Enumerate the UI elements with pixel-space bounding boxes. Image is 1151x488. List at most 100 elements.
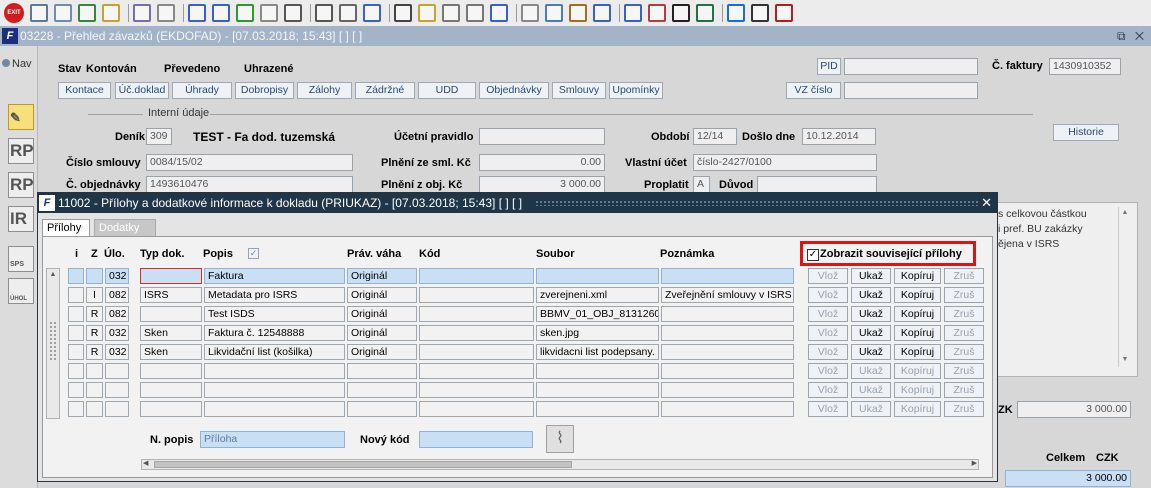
- filter-icon[interactable]: [284, 4, 302, 22]
- denik-field[interactable]: 309: [146, 128, 172, 145]
- wrench-icon[interactable]: [260, 4, 278, 22]
- cell-typ[interactable]: [140, 306, 202, 322]
- globe-icon[interactable]: [545, 4, 563, 22]
- cell-ulo[interactable]: 032: [105, 325, 129, 341]
- cell-popis[interactable]: Faktura č. 12548888: [204, 325, 345, 341]
- zrus-button[interactable]: Zruš: [944, 382, 984, 398]
- ie-icon[interactable]: [727, 4, 745, 22]
- tab-kontace[interactable]: Kontace: [58, 82, 111, 99]
- vloz-button[interactable]: Vlož: [808, 344, 848, 360]
- cell-kod[interactable]: [419, 344, 534, 360]
- window-controls[interactable]: ⧉ ✕: [1117, 29, 1147, 44]
- cell-prav[interactable]: Originál: [347, 325, 417, 341]
- clock-icon[interactable]: [648, 4, 666, 22]
- zrus-button[interactable]: Zruš: [944, 344, 984, 360]
- mail-icon[interactable]: [363, 4, 381, 22]
- cell-poznamka[interactable]: [661, 325, 794, 341]
- cell-soubor[interactable]: BBMV_01_OBJ_8131260: [536, 306, 659, 322]
- tree-icon[interactable]: [78, 4, 96, 22]
- cell-soubor[interactable]: [536, 268, 659, 284]
- cell-soubor[interactable]: sken.jpg: [536, 325, 659, 341]
- cell-ulo[interactable]: 032: [105, 268, 129, 284]
- cislo-objednavky-field[interactable]: 1493610476: [146, 176, 353, 193]
- poznamka-scrollbar[interactable]: ▲ ▼: [1118, 207, 1131, 367]
- cell-z[interactable]: R: [86, 325, 103, 341]
- scroll-up-icon[interactable]: ▲: [47, 269, 59, 280]
- tab-upomnky[interactable]: Upomínky: [609, 82, 663, 99]
- excel-icon[interactable]: [696, 4, 714, 22]
- kopiruj-button[interactable]: Kopíruj: [894, 287, 941, 303]
- cell-typ[interactable]: Sken: [140, 325, 202, 341]
- cell-i[interactable]: [68, 382, 84, 398]
- rp-second-button[interactable]: RP: [8, 172, 34, 198]
- vlastni-ucet-field[interactable]: číslo-2427/0100: [693, 154, 877, 171]
- cell-ulo[interactable]: [105, 382, 129, 398]
- back-icon[interactable]: [30, 4, 48, 22]
- zrus-button[interactable]: Zruš: [944, 287, 984, 303]
- kopiruj-button[interactable]: Kopíruj: [894, 344, 941, 360]
- zrus-button[interactable]: Zruš: [944, 325, 984, 341]
- proplatit-field[interactable]: A: [693, 176, 710, 193]
- cell-poznamka[interactable]: [661, 363, 794, 379]
- vloz-button[interactable]: Vlož: [808, 363, 848, 379]
- help-icon[interactable]: [751, 4, 769, 22]
- edit-note-icon[interactable]: ✎: [8, 104, 34, 130]
- cell-poznamka[interactable]: [661, 401, 794, 417]
- ucetni-pravidlo-field[interactable]: [479, 128, 605, 145]
- novy-kod-field[interactable]: [419, 431, 533, 448]
- cell-soubor[interactable]: zverejneni.xml: [536, 287, 659, 303]
- close-icon[interactable]: ✕: [981, 195, 992, 211]
- n-popis-field[interactable]: Příloha: [200, 431, 345, 448]
- cell-popis[interactable]: [204, 401, 345, 417]
- table-vertical-scrollbar[interactable]: ▲: [46, 268, 60, 419]
- broom-icon[interactable]: ⌇: [546, 425, 574, 453]
- souvisejici-prilohy-toggle[interactable]: ✓ Zobrazit související přílohy: [800, 241, 976, 266]
- sigma-icon[interactable]: [672, 4, 690, 22]
- cell-ulo[interactable]: 082: [105, 306, 129, 322]
- vloz-button[interactable]: Vlož: [808, 401, 848, 417]
- cell-i[interactable]: [68, 287, 84, 303]
- print-icon[interactable]: [315, 4, 333, 22]
- exit-button[interactable]: EXIT: [4, 3, 24, 23]
- tab-dobropisy[interactable]: Dobropisy: [235, 82, 294, 99]
- cut-icon[interactable]: [157, 4, 175, 22]
- cell-z[interactable]: I: [86, 287, 103, 303]
- vloz-button[interactable]: Vlož: [808, 268, 848, 284]
- chart-icon[interactable]: [624, 4, 642, 22]
- tab-zdrn[interactable]: Zádržné: [355, 82, 415, 99]
- cell-typ[interactable]: [140, 382, 202, 398]
- souvisejici-checkbox[interactable]: ✓: [807, 249, 819, 261]
- popis-check-icon[interactable]: ✓: [248, 248, 259, 259]
- cell-ulo[interactable]: 082: [105, 287, 129, 303]
- cell-soubor[interactable]: [536, 363, 659, 379]
- pid-button[interactable]: PID: [817, 58, 841, 75]
- cell-prav[interactable]: [347, 363, 417, 379]
- vz-cislo-button[interactable]: VZ číslo: [786, 82, 841, 99]
- cell-poznamka[interactable]: [661, 306, 794, 322]
- cell-z[interactable]: [86, 401, 103, 417]
- vloz-button[interactable]: Vlož: [808, 306, 848, 322]
- zrus-button[interactable]: Zruš: [944, 363, 984, 379]
- helm-icon[interactable]: [569, 4, 587, 22]
- cell-kod[interactable]: [419, 401, 534, 417]
- kopiruj-button[interactable]: Kopíruj: [894, 363, 941, 379]
- cell-poznamka[interactable]: [661, 268, 794, 284]
- cell-soubor[interactable]: [536, 401, 659, 417]
- vloz-button[interactable]: Vlož: [808, 382, 848, 398]
- doslo-dne-field[interactable]: 10.12.2014: [802, 128, 876, 145]
- save-icon[interactable]: [102, 4, 120, 22]
- cell-typ[interactable]: [140, 363, 202, 379]
- cell-z[interactable]: R: [86, 344, 103, 360]
- obdobi-field[interactable]: 12/14: [693, 128, 737, 145]
- cell-z[interactable]: R: [86, 306, 103, 322]
- cell-popis[interactable]: [204, 363, 345, 379]
- ukaz-button[interactable]: Ukaž: [851, 268, 891, 284]
- ukaz-button[interactable]: Ukaž: [851, 287, 891, 303]
- vloz-button[interactable]: Vlož: [808, 325, 848, 341]
- ukaz-button[interactable]: Ukaž: [851, 382, 891, 398]
- print-preview-icon[interactable]: [339, 4, 357, 22]
- cell-ulo[interactable]: 032: [105, 344, 129, 360]
- cell-kod[interactable]: [419, 363, 534, 379]
- cell-i[interactable]: [68, 306, 84, 322]
- scroll-right-icon[interactable]: ▶: [972, 459, 977, 467]
